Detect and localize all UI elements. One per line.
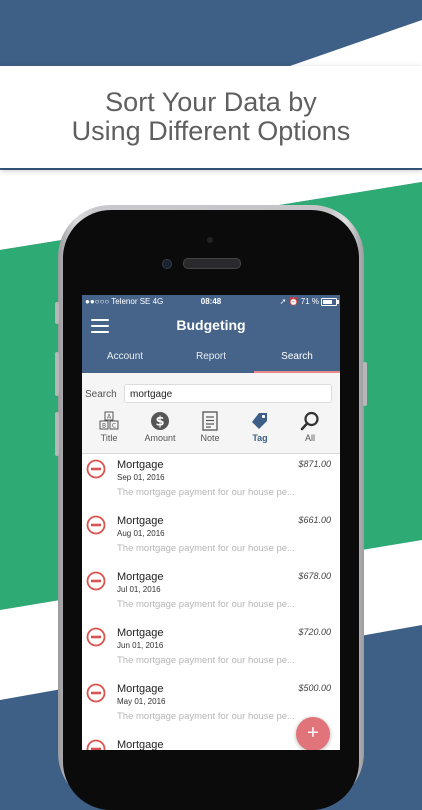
app-header: ●●○○○ Telenor SE 4G 08:48 ➚ ⏰ 71 % Budge…	[82, 295, 340, 373]
item-date: May 01, 2016	[117, 697, 166, 706]
delete-icon[interactable]	[86, 683, 106, 703]
status-bar: ●●○○○ Telenor SE 4G 08:48 ➚ ⏰ 71 %	[82, 297, 340, 309]
filter-all-label: All	[304, 433, 315, 443]
proximity-sensor	[207, 237, 213, 243]
list-item[interactable]: Mortgage Aug 01, 2016 $661.00 The mortga…	[82, 510, 340, 567]
item-name: Mortgage	[117, 459, 164, 471]
item-date: Aug 01, 2016	[117, 529, 165, 538]
delete-icon[interactable]	[86, 571, 106, 591]
dollar-circle-icon: $	[151, 412, 169, 430]
list-item[interactable]: Mortgage Sep 01, 2016 $871.00 The mortga…	[82, 454, 340, 511]
volume-up-button	[55, 352, 59, 396]
search-label: Search	[85, 389, 117, 400]
status-indicators: ➚ ⏰ 71 %	[279, 297, 319, 306]
item-name: Mortgage	[117, 739, 164, 750]
tab-search[interactable]: Search	[254, 351, 340, 362]
app-title: Budgeting	[176, 317, 246, 333]
volume-down-button	[55, 412, 59, 456]
svg-text:C: C	[112, 423, 116, 430]
item-note: The mortgage payment for our house pe...	[117, 599, 295, 610]
item-note: The mortgage payment for our house pe...	[117, 711, 295, 722]
delete-icon[interactable]	[86, 739, 106, 750]
item-note: The mortgage payment for our house pe...	[117, 543, 295, 554]
status-right: ➚ ⏰ 71 %	[279, 297, 339, 306]
abc-blocks-icon: A B C	[99, 411, 119, 430]
filter-tag-label: Tag	[252, 433, 268, 443]
filter-title[interactable]: A B C Title	[84, 411, 134, 443]
search-input[interactable]: mortgage	[124, 384, 332, 403]
delete-icon[interactable]	[86, 515, 106, 535]
filter-all[interactable]: All	[285, 411, 335, 443]
promo-caption: Sort Your Data by Using Different Option…	[0, 88, 422, 146]
front-camera	[162, 259, 172, 269]
magnifier-icon	[300, 411, 319, 431]
caption-line-1: Sort Your Data by	[105, 87, 317, 117]
battery-icon	[321, 297, 339, 306]
filter-tag[interactable]: Tag	[235, 411, 285, 443]
item-name: Mortgage	[117, 571, 164, 583]
tab-report[interactable]: Report	[168, 351, 254, 362]
filter-note-label: Note	[200, 433, 220, 443]
svg-text:A: A	[107, 414, 112, 421]
note-icon	[202, 411, 218, 431]
earpiece-speaker	[183, 258, 241, 269]
tab-bar: Account Report Search	[82, 351, 340, 373]
item-name: Mortgage	[117, 683, 164, 695]
delete-icon[interactable]	[86, 627, 106, 647]
item-amount: $678.00	[298, 571, 331, 581]
item-name: Mortgage	[117, 627, 164, 639]
filter-bar: A B C Title $ Amount Note Tag All	[82, 407, 340, 454]
item-date: Sep 01, 2016	[117, 473, 165, 482]
search-row: Search mortgage	[82, 373, 340, 407]
add-button[interactable]: +	[296, 717, 330, 750]
item-note: The mortgage payment for our house pe...	[117, 487, 295, 498]
filter-title-label: Title	[100, 433, 118, 443]
caption-line-2: Using Different Options	[71, 116, 351, 146]
filter-note[interactable]: Note	[185, 411, 235, 443]
tab-account[interactable]: Account	[82, 351, 168, 362]
item-name: Mortgage	[117, 515, 164, 527]
tag-icon	[252, 413, 267, 429]
filter-amount[interactable]: $ Amount	[135, 411, 185, 443]
svg-text:B: B	[102, 423, 106, 430]
item-date: Jun 01, 2016	[117, 641, 164, 650]
item-amount: $661.00	[298, 515, 331, 525]
item-date: Jul 01, 2016	[117, 585, 161, 594]
list-item[interactable]: Mortgage Jul 01, 2016 $678.00 The mortga…	[82, 566, 340, 623]
list-item[interactable]: Mortgage Jun 01, 2016 $720.00 The mortga…	[82, 622, 340, 679]
item-amount: $500.00	[298, 683, 331, 693]
filter-amount-label: Amount	[144, 433, 176, 443]
mute-switch	[55, 302, 59, 324]
svg-text:$: $	[155, 415, 164, 430]
item-amount: $720.00	[298, 627, 331, 637]
phone-screen: ●●○○○ Telenor SE 4G 08:48 ➚ ⏰ 71 % Budge…	[82, 295, 340, 750]
item-note: The mortgage payment for our house pe...	[117, 655, 295, 666]
power-button	[363, 362, 367, 406]
delete-icon[interactable]	[86, 459, 106, 479]
item-amount: $871.00	[298, 459, 331, 469]
